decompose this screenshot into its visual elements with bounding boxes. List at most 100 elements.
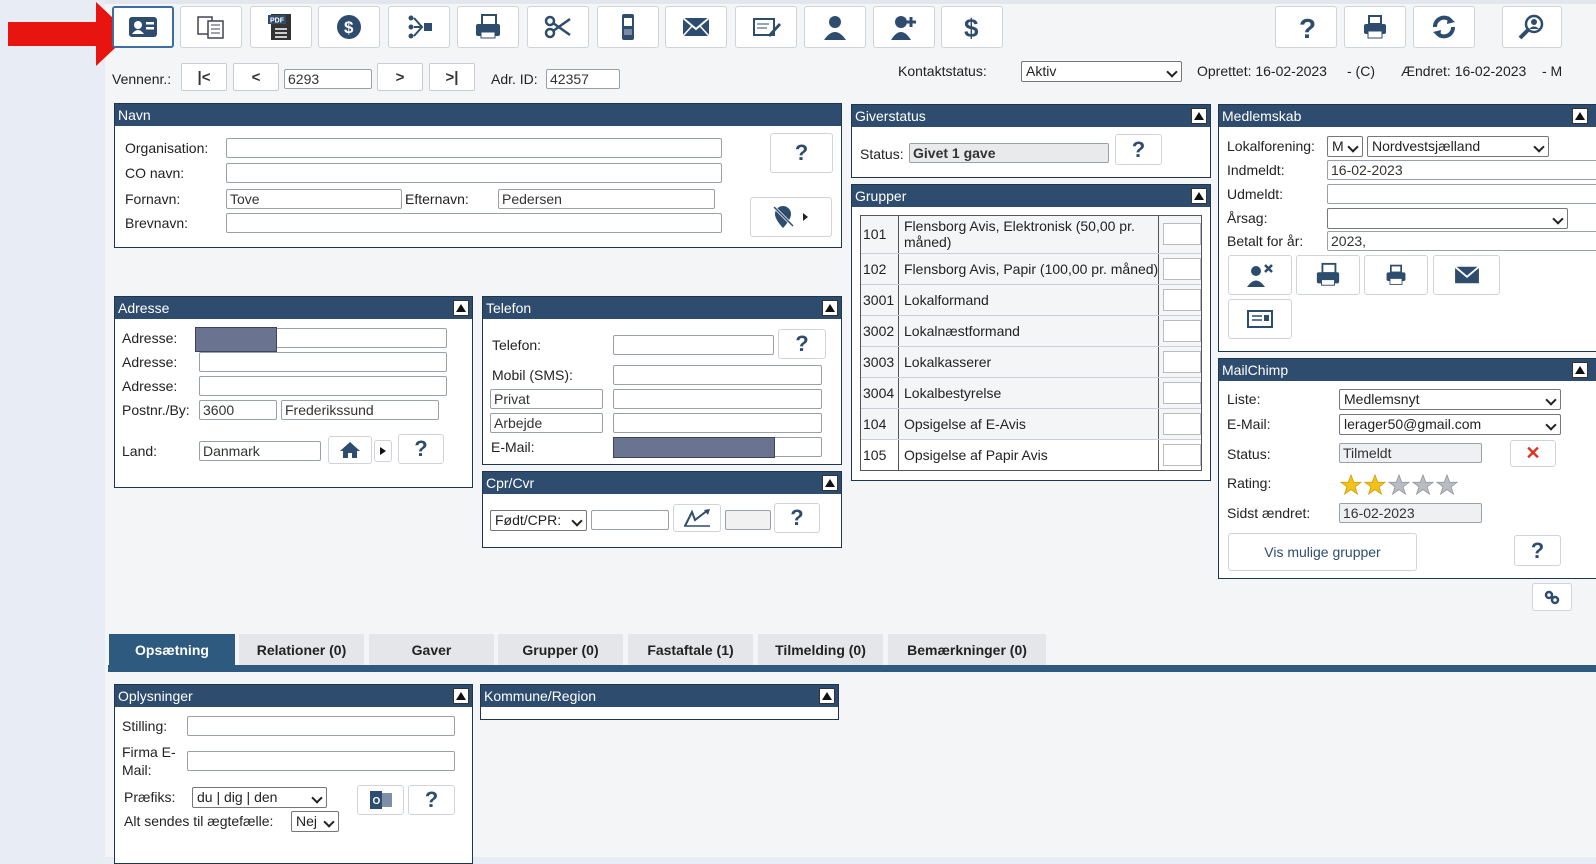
star-empty-icon[interactable] xyxy=(1436,474,1458,496)
vis-mulige-grupper-button[interactable]: Vis mulige grupper xyxy=(1228,533,1417,571)
tab-0[interactable]: Opsætning xyxy=(109,634,235,665)
group-row[interactable]: 3002 Lokalnæstformand xyxy=(861,316,1201,347)
cpr-lookup-button[interactable] xyxy=(673,504,721,532)
person-button[interactable] xyxy=(804,6,866,48)
mobil-input[interactable] xyxy=(613,365,822,385)
search-person-button[interactable] xyxy=(1502,6,1562,48)
medlemskab-print-button[interactable] xyxy=(1364,255,1428,295)
group-row[interactable]: 3003 Lokalkasserer xyxy=(861,347,1201,378)
add-person-button[interactable] xyxy=(873,6,935,48)
pdf-button[interactable]: PDF xyxy=(250,6,312,48)
aegtefaelle-select[interactable]: Nej xyxy=(291,811,339,832)
print-labels-button[interactable] xyxy=(457,6,519,48)
adresse-collapse-button[interactable] xyxy=(453,300,469,316)
cpr-collapse-button[interactable] xyxy=(822,475,838,491)
print-button[interactable] xyxy=(1344,6,1406,48)
group-checkbox[interactable] xyxy=(1163,289,1201,311)
aarsag-select[interactable] xyxy=(1327,208,1568,229)
land-expand-button[interactable] xyxy=(374,440,392,462)
firma-email-input[interactable] xyxy=(187,751,455,771)
privat-field[interactable]: Privat xyxy=(490,389,603,409)
group-checkbox[interactable] xyxy=(1163,444,1201,466)
stilling-input[interactable] xyxy=(187,716,455,736)
kontaktstatus-select[interactable]: Aktiv xyxy=(1021,61,1182,82)
adr-id-input[interactable]: 42357 xyxy=(546,69,620,89)
star-empty-icon[interactable] xyxy=(1412,474,1434,496)
first-record-button[interactable]: |< xyxy=(181,63,227,91)
refresh-button[interactable] xyxy=(1413,6,1475,48)
navn-help-button[interactable]: ? xyxy=(770,133,833,173)
arbejde-input[interactable] xyxy=(613,413,822,433)
betalt-input[interactable]: 2023, xyxy=(1327,231,1596,251)
udmeldt-input[interactable] xyxy=(1327,184,1596,204)
remove-member-button[interactable] xyxy=(1228,255,1292,295)
land-input[interactable]: Danmark xyxy=(199,441,321,461)
unsubscribe-button[interactable]: ✕ xyxy=(1510,440,1556,467)
group-row[interactable]: 101 Flensborg Avis, Elektronisk (50,00 p… xyxy=(861,216,1201,254)
fornavn-input[interactable]: Tove xyxy=(226,189,402,209)
distribute-button[interactable] xyxy=(388,6,450,48)
telefon-collapse-button[interactable] xyxy=(822,300,838,316)
membership-card-button[interactable] xyxy=(1228,299,1292,339)
efternavn-input[interactable]: Pedersen xyxy=(498,189,715,209)
copy-records-button[interactable] xyxy=(180,6,242,48)
adresse-input-3[interactable] xyxy=(199,376,447,396)
lokalforening-select[interactable]: Nordvestsjælland xyxy=(1367,136,1549,157)
edit-letter-button[interactable] xyxy=(735,6,797,48)
group-checkbox[interactable] xyxy=(1163,413,1201,435)
postnr-input[interactable]: 3600 xyxy=(199,400,277,420)
arbejde-field[interactable]: Arbejde xyxy=(490,413,603,433)
oplysninger-collapse-button[interactable] xyxy=(453,688,469,704)
adresse-input-2[interactable] xyxy=(199,352,447,372)
organisation-input[interactable] xyxy=(226,138,722,158)
group-checkbox[interactable] xyxy=(1163,351,1201,373)
kommune-collapse-button[interactable] xyxy=(819,688,835,704)
tab-3[interactable]: Grupper (0) xyxy=(498,634,623,665)
liste-select[interactable]: Medlemsnyt xyxy=(1339,389,1561,410)
mailchimp-email-select[interactable]: lerager50@gmail.com xyxy=(1339,414,1561,435)
next-record-button[interactable]: > xyxy=(377,63,423,91)
group-checkbox[interactable] xyxy=(1163,258,1201,280)
medlemskab-labels-button[interactable] xyxy=(1296,255,1360,295)
cut-button[interactable] xyxy=(527,6,589,48)
star-filled-icon[interactable] xyxy=(1364,474,1386,496)
group-checkbox[interactable] xyxy=(1163,382,1201,404)
cpr-input[interactable] xyxy=(591,510,669,530)
star-empty-icon[interactable] xyxy=(1388,474,1410,496)
sms-button[interactable] xyxy=(597,6,659,48)
last-record-button[interactable]: >| xyxy=(429,63,475,91)
brevnavn-input[interactable] xyxy=(226,213,722,233)
group-row[interactable]: 104 Opsigelse af E-Avis xyxy=(861,409,1201,440)
giverstatus-help-button[interactable]: ? xyxy=(1115,134,1162,165)
telefon-input[interactable] xyxy=(613,335,774,355)
telefon-help-button[interactable]: ? xyxy=(778,329,826,359)
grupper-collapse-button[interactable] xyxy=(1191,188,1207,204)
no-location-button[interactable] xyxy=(750,197,832,237)
donation-button[interactable]: $ xyxy=(318,6,380,48)
tab-1[interactable]: Relationer (0) xyxy=(239,634,364,665)
privat-input[interactable] xyxy=(613,389,822,409)
tab-2[interactable]: Gaver xyxy=(369,634,494,665)
praefiks-select[interactable]: du | dig | den xyxy=(192,787,327,808)
help-button[interactable]: ? xyxy=(1275,6,1337,48)
cpr-help-button[interactable]: ? xyxy=(774,503,820,533)
adresse-help-button[interactable]: ? xyxy=(398,434,444,464)
oplysninger-help-button[interactable]: ? xyxy=(408,785,455,815)
outlook-button[interactable]: O xyxy=(357,785,404,815)
group-row[interactable]: 105 Opsigelse af Papir Avis xyxy=(861,440,1201,470)
tab-5[interactable]: Tilmelding (0) xyxy=(758,634,883,665)
home-button[interactable] xyxy=(328,436,372,464)
group-row[interactable]: 3001 Lokalformand xyxy=(861,285,1201,316)
group-row[interactable]: 3004 Lokalbestyrelse xyxy=(861,378,1201,409)
by-input[interactable]: Frederikssund xyxy=(281,400,439,420)
link-button[interactable] xyxy=(1532,583,1572,611)
co-name-input[interactable] xyxy=(226,163,722,183)
email-button[interactable] xyxy=(665,6,727,48)
group-checkbox[interactable] xyxy=(1163,223,1201,245)
medlemskab-email-button[interactable] xyxy=(1433,255,1500,295)
star-filled-icon[interactable] xyxy=(1340,474,1362,496)
group-checkbox[interactable] xyxy=(1163,320,1201,342)
cpr-type-select[interactable]: Født/CPR: xyxy=(490,510,587,531)
vennenr-input[interactable]: 6293 xyxy=(284,69,372,89)
contact-card-button[interactable] xyxy=(112,6,174,48)
